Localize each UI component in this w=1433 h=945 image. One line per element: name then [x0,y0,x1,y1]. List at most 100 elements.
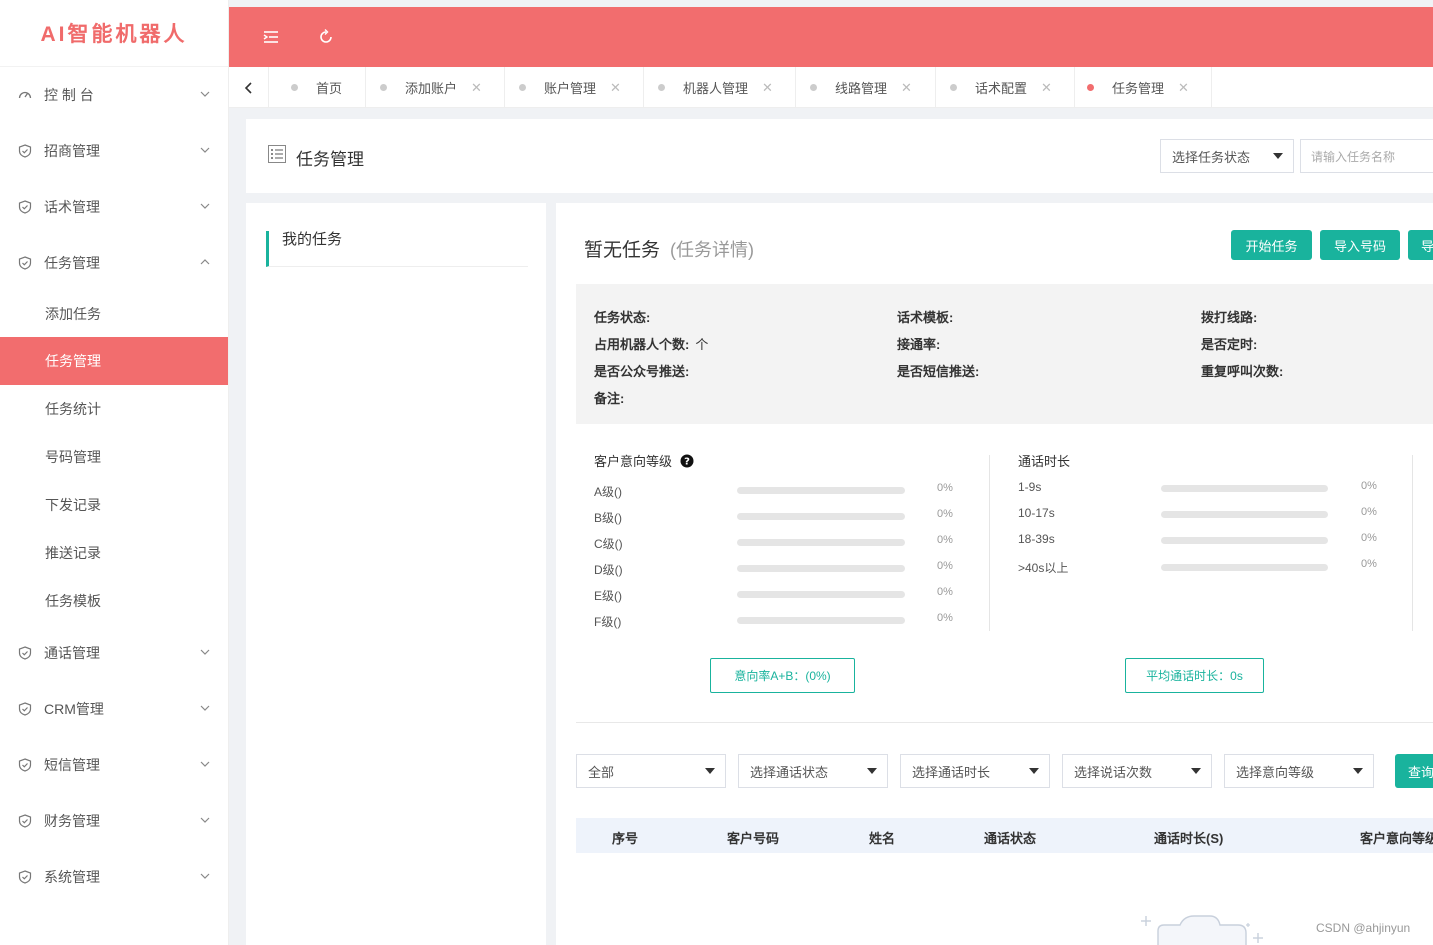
shield-icon [18,814,32,828]
chevron-up-icon [200,259,210,265]
tab-robot-manage[interactable]: 机器人管理 ✕ [644,67,796,108]
page-title: 任务管理 [296,150,364,169]
sidebar-item-sms[interactable]: 短信管理 [0,737,228,793]
sidebar-subitem-task-manage[interactable]: 任务管理 [0,337,228,385]
th-index[interactable]: 序号 [612,828,638,847]
duration-progress-bar [1161,537,1328,544]
close-icon[interactable]: ✕ [471,80,482,96]
start-task-button[interactable]: 开始任务 [1231,230,1312,260]
intent-row-pct: 0% [937,586,953,598]
close-icon[interactable]: ✕ [1178,80,1189,96]
intent-row-pct: 0% [937,612,953,624]
tab-dot [1087,84,1094,91]
shield-icon [18,758,32,772]
chevron-down-icon [200,817,210,823]
question-circle-icon[interactable]: ? [680,454,694,468]
chevron-down-icon [200,91,210,97]
filter-call-status-select[interactable]: 选择通话状态 [738,754,888,788]
query-button[interactable]: 查询 [1395,754,1433,788]
th-call-status[interactable]: 通话状态 [984,828,1036,847]
intent-row-label: A级() [594,485,622,499]
filter-intent-level-select[interactable]: 选择意向等级 [1224,754,1374,788]
chevron-down-icon [200,203,210,209]
sidebar-item-crm[interactable]: CRM管理 [0,681,228,737]
tab-add-account[interactable]: 添加账户 ✕ [366,67,505,108]
sidebar-item-task[interactable]: 任务管理 [0,235,228,291]
filter-speak-count-select[interactable]: 选择说话次数 [1062,754,1212,788]
th-call-duration[interactable]: 通话时长(S) [1154,828,1223,847]
intent-progress-bar [737,591,905,598]
close-icon[interactable]: ✕ [610,80,621,96]
tab-dot [380,84,387,91]
refresh-icon[interactable] [314,25,338,49]
tab-scroll-left-icon[interactable] [229,67,269,108]
duration-row-label: 1-9s [1018,480,1042,494]
call-records-table-header: 序号 客户号码 姓名 通话状态 通话时长(S) 客户意向等级 [576,818,1433,853]
sidebar-item-script[interactable]: 话术管理 [0,179,228,235]
top-header [229,7,1433,67]
sidebar-subitem-task-template[interactable]: 任务模板 [0,577,228,625]
dashboard-icon [18,88,32,102]
shield-icon [18,646,32,660]
my-tasks-heading[interactable]: 我的任务 [266,231,528,267]
intent-level-title: 客户意向等级 ? [594,451,694,470]
intent-progress-bar [737,487,905,494]
tab-dot [950,84,957,91]
sidebar-item-label: 话术管理 [44,199,100,215]
sidebar-item-label: 系统管理 [44,869,100,885]
info-robots-label: 占用机器人个数: [594,337,690,352]
shield-icon [18,144,32,158]
sidebar-item-merchant[interactable]: 招商管理 [0,123,228,179]
intent-progress-bar [737,539,905,546]
export-button[interactable]: 导 [1408,230,1433,260]
section-divider [576,722,1433,723]
intent-row-pct: 0% [937,560,953,572]
th-customer-number[interactable]: 客户号码 [727,828,779,847]
sidebar-item-label: 短信管理 [44,757,100,773]
sidebar-subitem-push-log[interactable]: 推送记录 [0,529,228,577]
tab-script-config[interactable]: 话术配置 ✕ [936,67,1075,108]
sidebar-item-label: 通话管理 [44,645,100,661]
intent-rate-summary: 意向率A+B：(0%) [710,658,855,693]
filter-all-select[interactable]: 全部 [576,754,726,788]
sidebar-subitem-add-task[interactable]: 添加任务 [0,291,228,337]
info-remark: 备注: [594,391,625,406]
close-icon[interactable]: ✕ [1041,80,1052,96]
import-numbers-button[interactable]: 导入号码 [1320,230,1400,260]
sidebar-item-label: 任务管理 [44,255,100,271]
th-name[interactable]: 姓名 [869,828,895,847]
watermark: CSDN @ahjinyun [1316,921,1411,935]
tab-home[interactable]: 首页 [269,67,366,108]
task-detail-panel: 暂无任务 (任务详情) 开始任务 导入号码 导 任务状态: 话术模板: 拨打线路:… [556,203,1433,945]
select-value: 选择通话时长 [912,764,991,780]
tab-line-manage[interactable]: 线路管理 ✕ [796,67,936,108]
caret-down-icon [705,768,715,774]
sidebar-subitem-number-manage[interactable]: 号码管理 [0,433,228,481]
select-value: 选择意向等级 [1236,764,1315,780]
duration-row-pct: 0% [1361,480,1377,492]
info-connect-rate: 接通率: [897,337,941,352]
sidebar-item-system[interactable]: 系统管理 [0,849,228,905]
task-status-select[interactable]: 选择任务状态 [1160,139,1294,173]
stats-divider [1412,455,1413,631]
sidebar-item-call[interactable]: 通话管理 [0,625,228,681]
th-intent-level[interactable]: 客户意向等级 [1360,828,1433,847]
info-line: 拨打线路: [1201,310,1258,325]
sidebar-subitem-dispatch-log[interactable]: 下发记录 [0,481,228,529]
sidebar-item-finance[interactable]: 财务管理 [0,793,228,849]
close-icon[interactable]: ✕ [901,80,912,96]
chevron-down-icon [200,147,210,153]
filter-call-duration-select[interactable]: 选择通话时长 [900,754,1050,788]
task-name-input[interactable]: 请输入任务名称 [1300,139,1433,173]
tab-account-manage[interactable]: 账户管理 ✕ [505,67,644,108]
sidebar-subitem-task-stats[interactable]: 任务统计 [0,385,228,433]
intent-row-label: E级() [594,589,622,603]
close-icon[interactable]: ✕ [762,80,773,96]
sidebar-item-dashboard[interactable]: 控 制 台 [0,67,228,123]
menu-fold-icon[interactable] [259,25,283,49]
info-task-status: 任务状态: [594,310,651,325]
my-tasks-panel: 我的任务 [246,203,546,945]
tab-dot [291,84,298,91]
select-value: 选择说话次数 [1074,764,1153,780]
tab-task-manage[interactable]: 任务管理 ✕ [1075,67,1212,108]
